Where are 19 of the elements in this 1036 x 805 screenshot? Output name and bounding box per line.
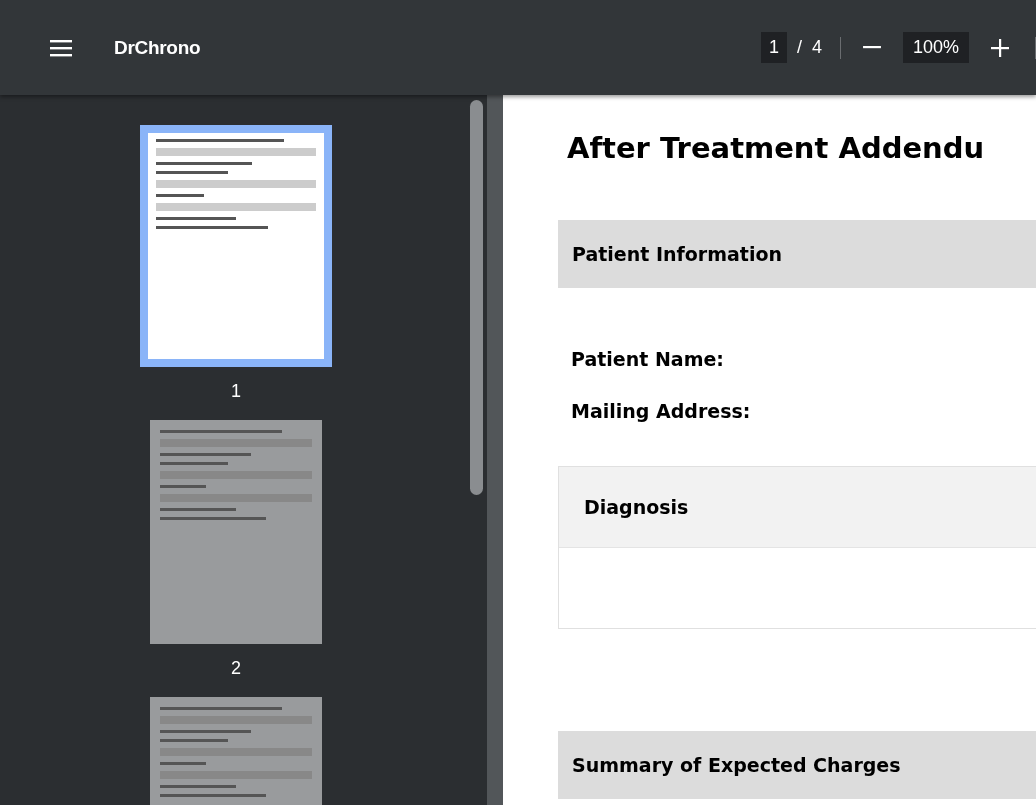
section-heading: Diagnosis: [584, 496, 689, 518]
page-number: 2: [231, 658, 241, 679]
section-heading: Patient Information: [572, 243, 783, 265]
field-label: Patient Name:: [571, 348, 725, 370]
scrollbar-thumb[interactable]: [470, 100, 483, 495]
section-heading: Summary of Expected Charges: [572, 754, 901, 776]
minus-icon: [862, 46, 881, 49]
field-label: Mailing Address:: [571, 400, 752, 422]
document-heading: After Treatment Addendu: [567, 131, 986, 165]
page-input[interactable]: 1: [760, 32, 787, 63]
page-separator: /: [796, 37, 802, 58]
page-number: 1: [231, 381, 241, 402]
page-total: 4: [811, 37, 822, 58]
document-title: DrChrono: [114, 36, 202, 59]
plus-icon: [991, 38, 1009, 57]
zoom-input[interactable]: 100%: [902, 32, 969, 63]
page-thumbnail[interactable]: [150, 420, 322, 644]
page-thumbnail[interactable]: [140, 125, 332, 367]
menu-icon: [50, 38, 72, 57]
